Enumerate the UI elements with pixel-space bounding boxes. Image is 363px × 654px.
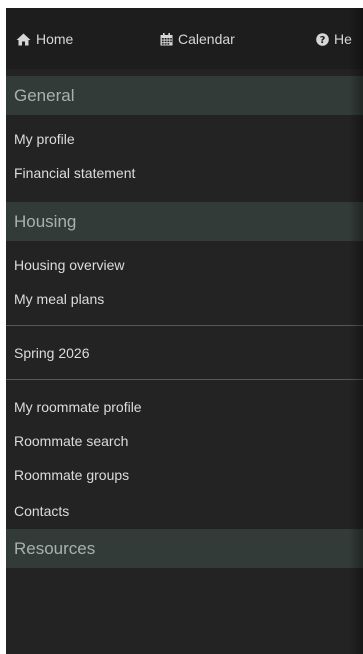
link-roommate-groups[interactable]: Roommate groups <box>14 466 129 484</box>
nav-help[interactable]: ? He <box>316 30 352 48</box>
svg-text:?: ? <box>320 35 326 46</box>
divider <box>6 379 363 380</box>
home-icon <box>16 33 31 45</box>
nav-help-label: He <box>334 31 352 47</box>
help-icon: ? <box>316 32 329 46</box>
nav-calendar-label: Calendar <box>178 31 235 47</box>
nav-home-label: Home <box>36 31 74 47</box>
link-financial-statement[interactable]: Financial statement <box>14 164 135 182</box>
link-contacts[interactable]: Contacts <box>14 502 69 520</box>
top-navigation: Home Calendar ? He <box>6 8 363 69</box>
nav-calendar[interactable]: Calendar <box>160 30 235 48</box>
link-spring-2026[interactable]: Spring 2026 <box>14 344 90 362</box>
section-resources-header[interactable]: Resources <box>6 529 363 568</box>
link-my-profile[interactable]: My profile <box>14 130 75 148</box>
calendar-icon <box>160 32 173 45</box>
link-housing-overview[interactable]: Housing overview <box>14 256 125 274</box>
mobile-menu-panel: Home Calendar ? He General My profile Fi… <box>6 8 363 654</box>
nav-home[interactable]: Home <box>16 30 73 48</box>
link-roommate-search[interactable]: Roommate search <box>14 432 128 450</box>
divider <box>6 325 363 326</box>
link-my-meal-plans[interactable]: My meal plans <box>14 290 104 308</box>
link-my-roommate-profile[interactable]: My roommate profile <box>14 398 142 416</box>
section-general-header[interactable]: General <box>6 76 363 115</box>
section-housing-header[interactable]: Housing <box>6 202 363 241</box>
